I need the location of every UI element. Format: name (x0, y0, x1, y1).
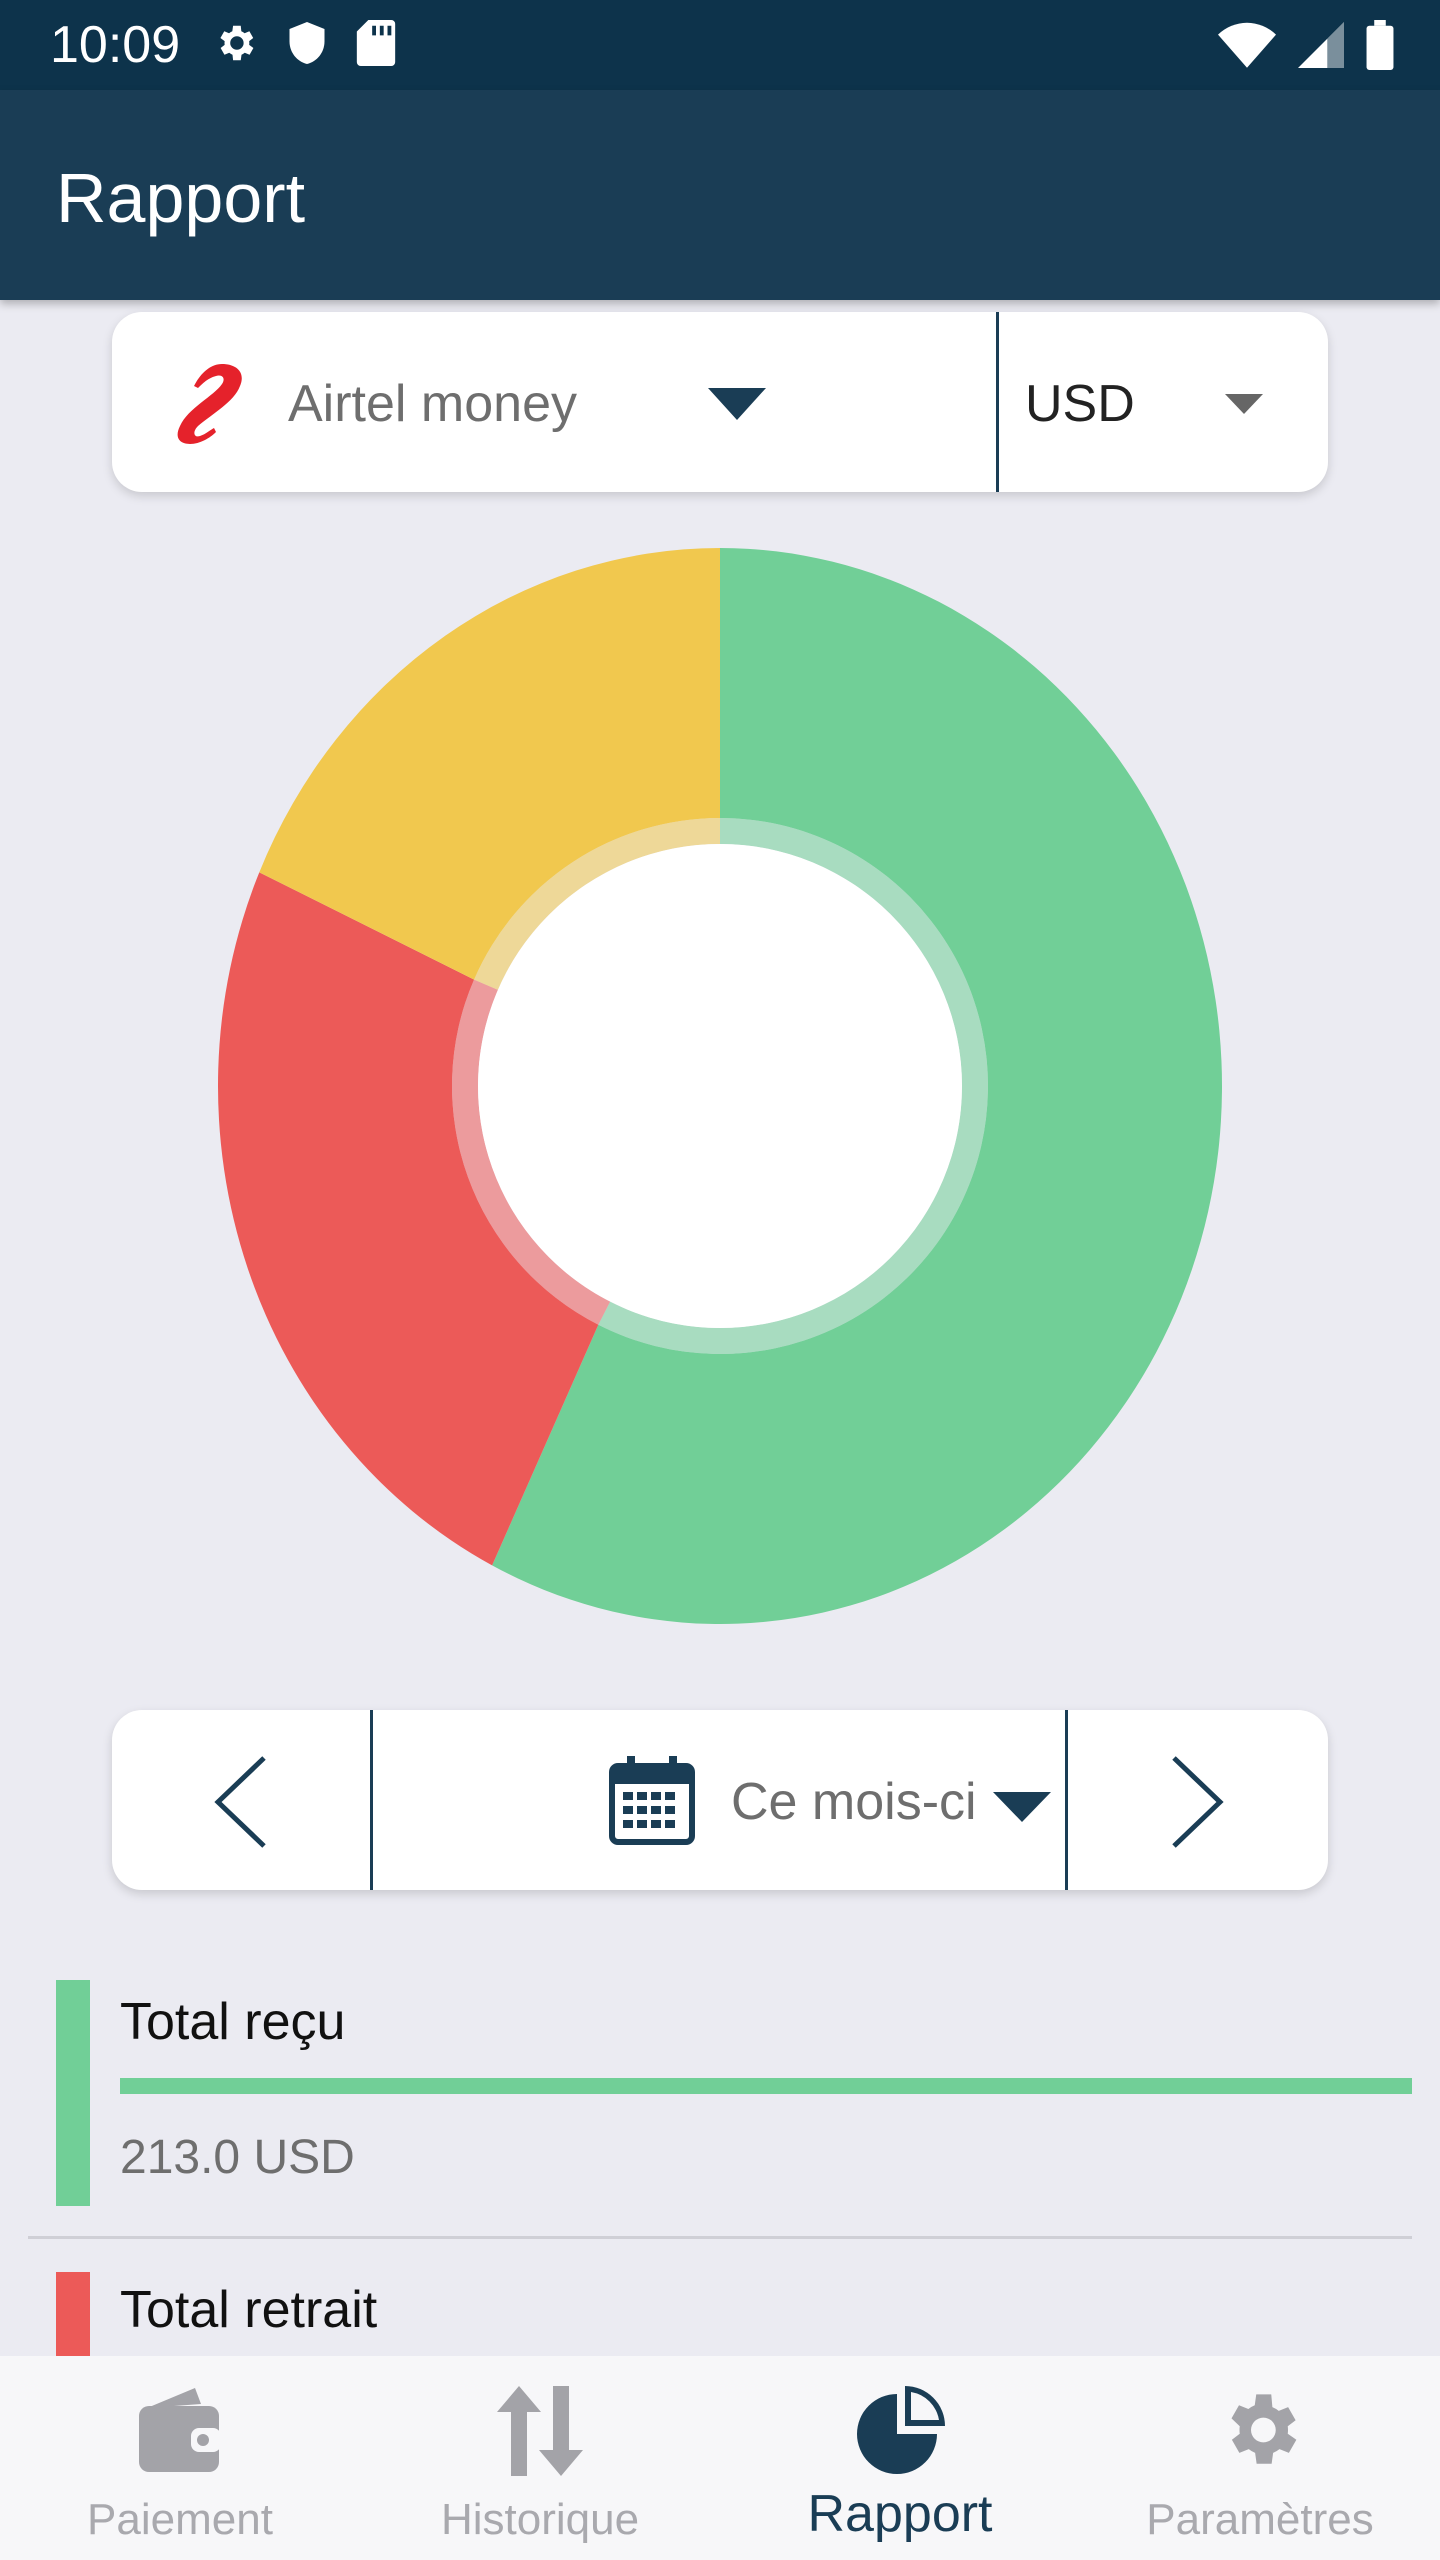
summary-received-amount: 213.0 USD (120, 2131, 355, 2184)
summary-received: Total reçu 213.0 USD (56, 1980, 1412, 2206)
battery-icon (1366, 20, 1394, 75)
operator-name: Airtel money (288, 375, 577, 433)
wallet-icon (139, 2388, 221, 2472)
summary-divider (28, 2236, 1412, 2239)
previous-period-button[interactable] (112, 1710, 370, 1890)
nav-parametres[interactable]: Paramètres (1080, 2356, 1440, 2560)
caret-down-icon (993, 1792, 1051, 1827)
period-label: Ce mois-ci (731, 1773, 977, 1831)
operator-select[interactable]: Airtel money (112, 312, 996, 492)
summary-withdrawn-color-bar (56, 2272, 90, 2356)
period-dropdown[interactable]: Ce mois-ci (373, 1710, 1065, 1890)
caret-down-icon (1225, 394, 1263, 419)
app-bar: Rapport (0, 90, 1440, 300)
nav-rapport[interactable]: Rapport (720, 2356, 1080, 2560)
status-left-icons (212, 20, 396, 71)
status-bar: 10:09 (0, 0, 1440, 90)
nav-historique-label: Historique (440, 2495, 640, 2544)
signal-icon (1298, 22, 1344, 73)
next-period-button[interactable] (1068, 1710, 1328, 1890)
chevron-right-icon (1172, 1756, 1224, 1848)
chevron-left-icon (214, 1756, 266, 1848)
summary-received-title: Total reçu (120, 1993, 346, 2051)
wifi-icon (1218, 22, 1276, 73)
nav-parametres-label: Paramètres (1146, 2495, 1374, 2544)
report-donut-chart (217, 548, 1222, 1624)
status-right-icons (1218, 20, 1394, 75)
caret-down-icon (708, 388, 766, 425)
shield-icon (286, 20, 328, 71)
donut-hole (478, 844, 962, 1328)
summary-withdrawn-title: Total retrait (120, 2281, 378, 2339)
gear-icon (1231, 2394, 1297, 2464)
status-time: 10:09 (50, 16, 181, 74)
bottom-navigation: Paiement Historique Rapport Paramètres (0, 2356, 1440, 2560)
nav-historique[interactable]: Historique (360, 2356, 720, 2560)
account-selector-card: Airtel money USD (112, 312, 1328, 492)
donut-chart-svg (217, 548, 1222, 1624)
settings-icon (212, 20, 258, 71)
calendar-icon (609, 1756, 695, 1851)
currency-label: USD (1025, 375, 1135, 433)
pie-chart-icon (857, 2386, 945, 2474)
nav-paiement[interactable]: Paiement (0, 2356, 360, 2560)
airtel-logo-icon (170, 360, 250, 449)
period-selector-card: Ce mois-ci (112, 1710, 1328, 1890)
summary-received-progress (120, 2078, 1412, 2094)
currency-select[interactable]: USD (999, 312, 1328, 492)
summary-withdrawn: Total retrait (56, 2272, 1356, 2356)
page-title: Rapport (56, 159, 306, 237)
nav-rapport-label: Rapport (807, 2485, 993, 2543)
nav-paiement-label: Paiement (87, 2495, 273, 2544)
swap-vertical-icon (497, 2386, 583, 2476)
sd-card-icon (356, 20, 396, 71)
summary-received-color-bar (56, 1980, 90, 2206)
